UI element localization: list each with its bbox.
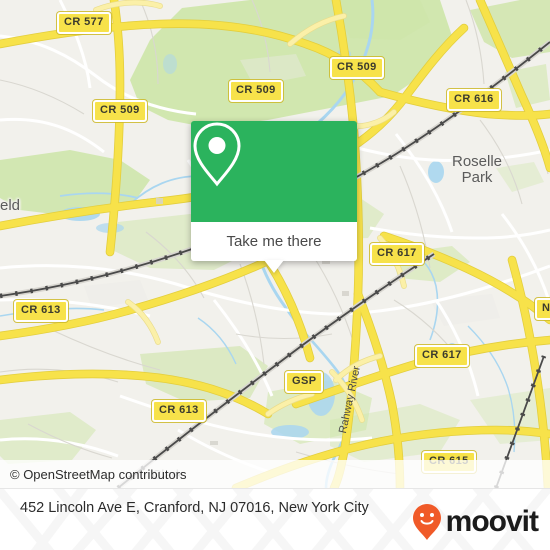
moovit-wordmark: moovit (445, 505, 539, 538)
road-shield-cr577[interactable]: CR 577 (57, 12, 111, 34)
map-canvas[interactable]: .park { fill:#cde5a8; } .park2 { fill:#d… (0, 0, 550, 488)
address-text: 452 Lincoln Ave E, Cranford, NJ 07016, N… (20, 500, 369, 516)
footer-bar: 452 Lincoln Ave E, Cranford, NJ 07016, N… (0, 488, 550, 550)
road-shield-nj[interactable]: NJ (535, 298, 550, 320)
road-shield-gsp[interactable]: GSP (285, 371, 324, 393)
moovit-pin-smiley-icon (412, 504, 441, 540)
place-label-roselle-park: Roselle Park (452, 153, 503, 186)
moovit-logo[interactable]: moovit (412, 503, 539, 541)
road-shield-cr613-low[interactable]: CR 613 (152, 400, 206, 422)
popup-pointer-tail (264, 260, 284, 273)
road-shield-cr617-mid[interactable]: CR 617 (370, 243, 424, 265)
road-shield-cr616[interactable]: CR 616 (447, 89, 501, 111)
place-label-westfield-clipped: eld (0, 197, 21, 214)
osm-attribution-text[interactable]: © OpenStreetMap contributors (0, 467, 187, 482)
road-shield-cr509-left[interactable]: CR 509 (93, 100, 147, 122)
take-me-there-button[interactable]: Take me there (226, 233, 321, 250)
road-shield-cr509-mid[interactable]: CR 509 (229, 80, 283, 102)
road-shield-cr509-top[interactable]: CR 509 (330, 57, 384, 79)
osm-attribution-bar: © OpenStreetMap contributors (0, 460, 550, 488)
road-shield-cr613-left[interactable]: CR 613 (14, 300, 68, 322)
popup-action-panel[interactable]: Take me there (191, 222, 357, 261)
popup-pin-panel (191, 121, 357, 222)
road-shield-cr617-low[interactable]: CR 617 (415, 345, 469, 367)
destination-popup-card[interactable]: Take me there (191, 121, 357, 273)
moovit-map-screenshot: .park { fill:#cde5a8; } .park2 { fill:#d… (0, 0, 550, 550)
map-pin-icon (193, 122, 241, 187)
